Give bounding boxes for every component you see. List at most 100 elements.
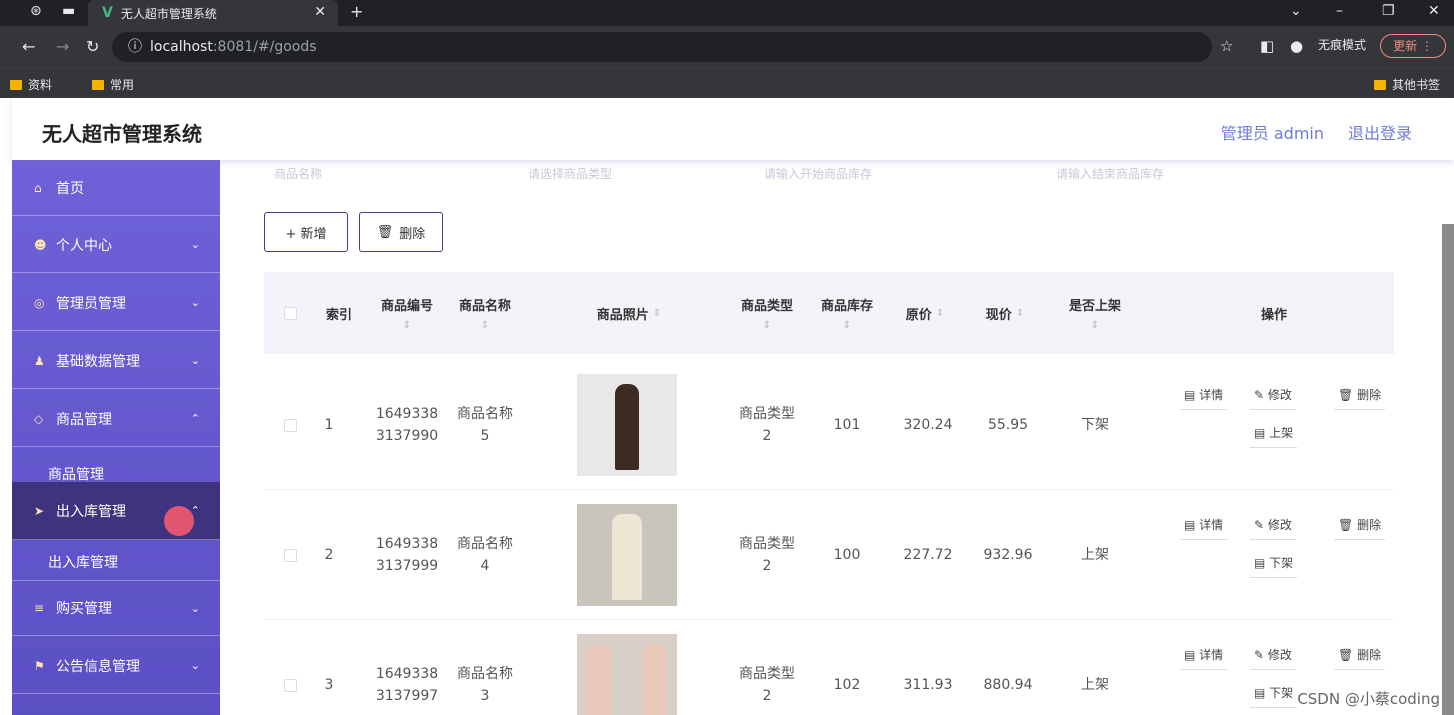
cell-on-shelf: 下架 — [1081, 417, 1109, 433]
detail-button[interactable]: ▤ 详情 — [1180, 514, 1228, 540]
bookmark-folder-2[interactable]: 常用 — [92, 76, 134, 93]
home-icon: ⌂ — [34, 180, 42, 195]
cell-on-shelf: 上架 — [1081, 677, 1109, 693]
sidebar-item-profile[interactable]: ☻ 个人中心 ⌄ — [12, 217, 220, 273]
sidebar-item-notice[interactable]: ⚑ 公告信息管理 ⌄ — [12, 638, 220, 694]
forward-icon[interactable]: → — [56, 37, 69, 56]
goods-name-search-input[interactable]: 商品名称 — [274, 165, 322, 182]
toggle-shelf-button[interactable]: ▤ 上架 — [1250, 422, 1298, 448]
detail-button[interactable]: ▤ 详情 — [1180, 644, 1228, 670]
browser-tab[interactable]: V 无人超市管理系统 ✕ — [88, 0, 338, 26]
select-all-checkbox[interactable] — [280, 272, 300, 354]
table-row: 2 1649338 3137999 商品名称 4 商品类型 2 100 227.72 … — [264, 490, 1394, 620]
minimize-icon[interactable]: – — [1336, 3, 1343, 19]
chevron-down-icon: ⌄ — [190, 296, 200, 309]
bookmark-star-icon[interactable]: ☆ — [1220, 37, 1233, 55]
send-icon: ➤ — [34, 503, 45, 518]
cell-photo — [574, 620, 680, 715]
sort-icon: ⇕ — [1015, 307, 1025, 319]
sidebar-item-home[interactable]: ⌂ 首页 — [12, 160, 220, 216]
back-icon[interactable]: ← — [22, 37, 35, 56]
row-checkbox[interactable] — [280, 490, 300, 620]
site-info-icon[interactable]: ⓘ — [128, 39, 142, 55]
url-host: localhost — [150, 39, 213, 55]
chevron-down-icon: ⌄ — [190, 238, 200, 251]
sidebar-item-purchase[interactable]: ≡ 购买管理 ⌄ — [12, 580, 220, 636]
stock-end-input[interactable]: 请输入结束商品库存 — [1056, 165, 1164, 182]
sidebar-item-admins[interactable]: ◎ 管理员管理 ⌄ — [12, 275, 220, 331]
cell-price: 880.94 — [983, 677, 1033, 693]
edit-button[interactable]: ✎ 修改 — [1250, 384, 1296, 410]
browser-menu-icon[interactable]: ⊛ — [30, 3, 42, 19]
col-photo[interactable]: 商品照片 ⇕ — [564, 272, 694, 354]
stock-start-input[interactable]: 请输入开始商品库存 — [764, 165, 872, 182]
cell-orig-price: 311.93 — [903, 677, 953, 693]
cell-name: 商品名称 3 — [457, 666, 513, 704]
col-code[interactable]: 商品编号 ⇕ — [372, 272, 442, 354]
main-content: 商品名称 请选择商品类型 请输入开始商品库存 请输入结束商品库存 + 新增 🗑 删… — [220, 160, 1442, 715]
update-button[interactable]: 更新 ⋮ — [1380, 34, 1446, 58]
row-checkbox[interactable] — [280, 620, 300, 715]
other-bookmarks-label: 其他书签 — [1392, 78, 1441, 92]
row-delete-button[interactable]: 🗑 删除 — [1334, 514, 1386, 540]
tab-search-icon[interactable]: ⌄ — [1290, 3, 1302, 19]
other-bookmarks[interactable]: 其他书签 — [1374, 76, 1440, 93]
sidebar-item-label: 商品管理 — [56, 411, 112, 428]
cell-index: 2 — [324, 547, 334, 563]
bookmark-folder-1[interactable]: 资料 — [10, 76, 52, 93]
trash-icon: 🗑 — [376, 224, 394, 240]
col-price[interactable]: 现价 ⇕ — [970, 272, 1040, 354]
detail-button[interactable]: ▤ 详情 — [1180, 384, 1228, 410]
sidebar-item-label: 个人中心 — [56, 237, 112, 254]
cell-name: 商品名称 5 — [457, 406, 513, 444]
cell-stock: 101 — [833, 417, 861, 433]
update-label: 更新 — [1393, 39, 1418, 53]
row-delete-button[interactable]: 🗑 删除 — [1334, 384, 1386, 410]
sidebar-item-goods[interactable]: ◇ 商品管理 ⌃ — [12, 391, 220, 447]
page-scrollbar[interactable] — [1442, 224, 1454, 715]
new-tab-icon[interactable]: + — [350, 2, 363, 21]
add-button[interactable]: + 新增 — [264, 212, 348, 252]
sidebar-item-label: 基础数据管理 — [56, 353, 140, 370]
edit-button[interactable]: ✎ 修改 — [1250, 514, 1296, 540]
row-delete-button[interactable]: 🗑 删除 — [1334, 644, 1386, 670]
restore-icon[interactable]: ❐ — [1382, 3, 1395, 19]
logout-link[interactable]: 退出登录 — [1348, 120, 1412, 144]
sidebar-subitem-stock[interactable]: 出入库管理 — [12, 548, 220, 578]
tab-close-icon[interactable]: ✕ — [314, 4, 326, 20]
chevron-up-icon: ⌃ — [190, 412, 200, 425]
cell-index: 3 — [324, 677, 334, 693]
url-field[interactable]: ⓘ localhost:8081/#/goods — [112, 32, 1212, 62]
col-orig-price[interactable]: 原价 ⇕ — [890, 272, 960, 354]
goods-photo — [577, 504, 677, 606]
side-panel-icon[interactable]: ◧ — [1260, 37, 1274, 55]
row-checkbox[interactable] — [280, 360, 300, 490]
toggle-shelf-button[interactable]: ▤ 下架 — [1250, 682, 1298, 708]
col-type[interactable]: 商品类型 ⇕ — [732, 272, 802, 354]
cell-type: 商品类型 2 — [739, 536, 795, 574]
cell-photo — [574, 490, 680, 620]
bookmark-label: 常用 — [110, 78, 135, 92]
col-name[interactable]: 商品名称 ⇕ — [450, 272, 520, 354]
table-row: 1 1649338 3137990 商品名称 5 商品类型 2 101 320.24 … — [264, 360, 1394, 490]
browser-tabbar: ⊛ ▬ V 无人超市管理系统 ✕ + ⌄ – ❐ ✕ — [0, 0, 1454, 26]
toggle-shelf-button[interactable]: ▤ 下架 — [1250, 552, 1298, 578]
cell-photo — [574, 360, 680, 490]
add-button-label: + 新增 — [285, 226, 327, 242]
col-stock[interactable]: 商品库存 ⇕ — [812, 272, 882, 354]
close-window-icon[interactable]: ✕ — [1428, 3, 1440, 19]
delete-button[interactable]: 🗑 删除 — [359, 212, 443, 252]
folder-icon — [92, 79, 104, 90]
cell-type: 商品类型 2 — [739, 666, 795, 704]
chevron-down-icon: ⌄ — [190, 659, 200, 672]
sidebar-item-label: 购买管理 — [56, 601, 112, 617]
tab-switch-icon[interactable]: ▬ — [62, 3, 75, 19]
goods-type-select[interactable]: 请选择商品类型 — [528, 165, 612, 182]
reload-icon[interactable]: ↻ — [86, 37, 99, 56]
sidebar-item-label: 出入库管理 — [56, 503, 126, 520]
person-icon: ♟ — [34, 353, 45, 368]
cell-price: 932.96 — [983, 547, 1033, 563]
col-on-shelf[interactable]: 是否上架 ⇕ — [1050, 272, 1140, 354]
sidebar-item-base-data[interactable]: ♟ 基础数据管理 ⌄ — [12, 333, 220, 389]
edit-button[interactable]: ✎ 修改 — [1250, 644, 1296, 670]
